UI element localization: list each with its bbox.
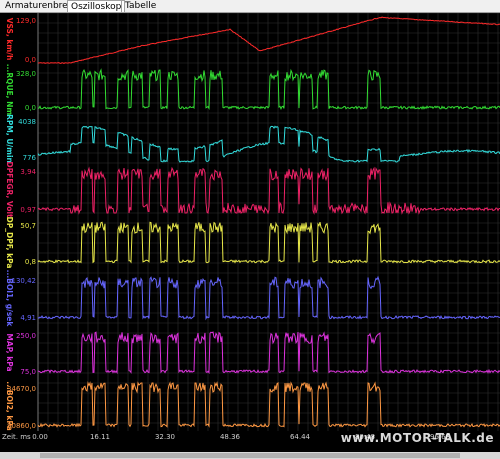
- trace-boi1: [37, 275, 500, 321]
- max-label-vss: 129,0: [16, 17, 36, 25]
- channel-label-dp_dpf: DP_DPF, kPa: [5, 217, 14, 269]
- max-label-map: 250,0: [16, 332, 36, 340]
- max-label-dp_dpf: 50,7: [20, 222, 36, 230]
- time-tick-label: 32,30: [155, 433, 175, 439]
- time-axis-label: Zeit, ms: [2, 433, 31, 439]
- min-label-rque: 0,0: [25, 104, 36, 112]
- channel-label-dpfegr: DPFEGR, Volt: [5, 161, 14, 218]
- channel-label-boi2: ...BOI2, kPa: [5, 381, 14, 430]
- channel-label-map: MAP, kPa: [5, 333, 14, 371]
- watermark: www.MOTOR-TALK.de: [340, 431, 494, 445]
- tab-bar: Armaturenbrett Oszilloskop Tabelle: [0, 0, 500, 13]
- oscilloscope-plot[interactable]: 129,0 0,0 VSS, km/h 328,0 0,0 ...RQUE, Nm 4038…: [0, 13, 500, 439]
- time-tick-label: 0,00: [32, 433, 48, 439]
- channel-label-rque: ...RQUE, Nm: [5, 64, 14, 116]
- trace-vss: [38, 16, 500, 64]
- channel-label-rpm: RPM, U/min: [5, 114, 14, 163]
- horizontal-scrollbar[interactable]: [0, 452, 500, 459]
- time-tick-label: 64,44: [290, 433, 311, 439]
- max-label-rpm: 4038: [18, 118, 36, 126]
- time-tick-label: 48,36: [220, 433, 241, 439]
- time-tick-label: 16,11: [90, 433, 110, 439]
- max-label-dpfegr: 3,94: [20, 168, 36, 176]
- trace-rpm: [37, 125, 500, 163]
- min-label-vss: 0,0: [25, 56, 36, 64]
- trace-map: [37, 331, 500, 375]
- channel-label-vss: VSS, km/h: [5, 18, 14, 61]
- min-label-dpfegr: 0,97: [20, 206, 36, 214]
- min-label-rpm: 776: [23, 154, 37, 162]
- trace-boi2: [37, 381, 500, 428]
- scrollbar-thumb[interactable]: [40, 453, 460, 458]
- trace-dp_dpf: [37, 221, 500, 264]
- min-label-map: 75,0: [20, 368, 36, 376]
- trace-dpfegr: [37, 166, 500, 215]
- max-label-boi1: 130,42: [12, 277, 37, 285]
- tab-tabelle[interactable]: Tabelle: [121, 0, 159, 12]
- tab-oszilloskop[interactable]: Oszilloskop: [67, 0, 126, 12]
- min-label-dp_dpf: 0,8: [25, 258, 36, 266]
- max-label-rque: 328,0: [16, 70, 36, 78]
- channel-label-boi1: ...BOI1, g/sek: [5, 270, 14, 328]
- min-label-boi1: 4,91: [20, 314, 36, 322]
